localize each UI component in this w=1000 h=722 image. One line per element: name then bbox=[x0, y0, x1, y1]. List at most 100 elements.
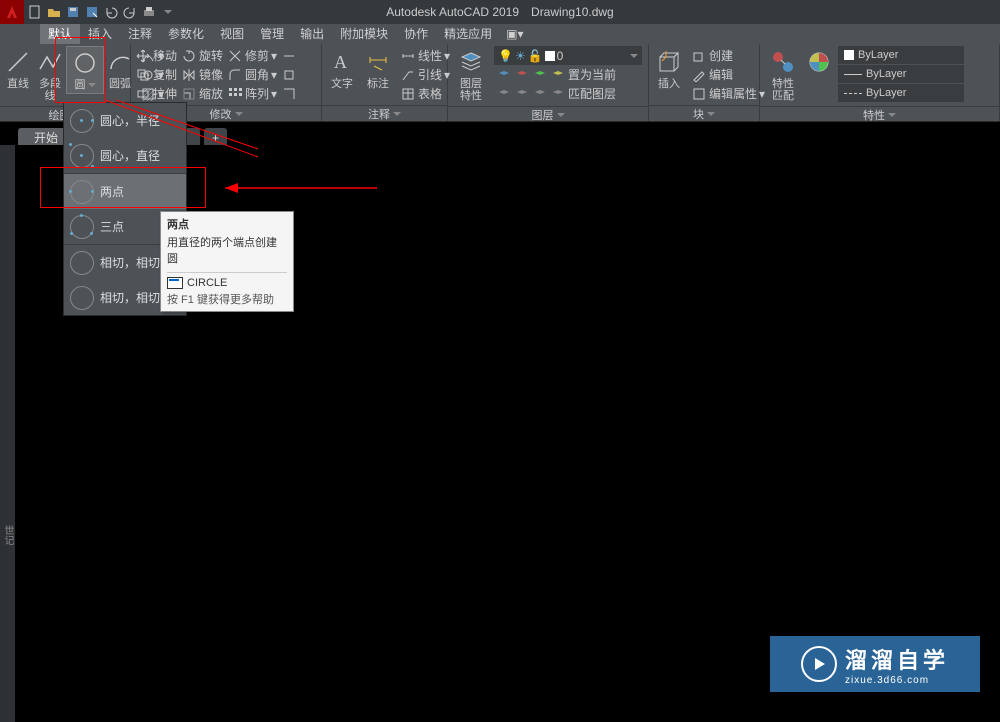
rotate-button[interactable]: 旋转 bbox=[179, 46, 225, 65]
lineweight-dropdown[interactable]: ByLayer bbox=[838, 65, 964, 83]
play-icon bbox=[801, 646, 837, 682]
panel-annotation-label[interactable]: 注释 bbox=[322, 105, 447, 121]
tab-view[interactable]: 视图 bbox=[212, 24, 252, 44]
array-icon bbox=[227, 86, 243, 102]
text-button[interactable]: A 文字 bbox=[324, 46, 360, 92]
redo-icon[interactable] bbox=[121, 3, 139, 21]
modify-misc-1[interactable] bbox=[279, 46, 299, 65]
layer-tool-2[interactable] bbox=[514, 67, 530, 83]
tooltip: 两点 用直径的两个端点创建圆 CIRCLE 按 F1 键获得更多帮助 bbox=[160, 211, 294, 312]
save-icon[interactable] bbox=[64, 3, 82, 21]
chevron-down-icon bbox=[88, 83, 96, 87]
move-icon bbox=[135, 48, 151, 64]
color-wheel-button[interactable] bbox=[804, 46, 834, 78]
match-layer-button[interactable]: 匹配图层 bbox=[568, 85, 616, 102]
editattr-icon bbox=[691, 86, 707, 102]
layer-tool-4[interactable] bbox=[550, 67, 566, 83]
tab-collaborate[interactable]: 协作 bbox=[396, 24, 436, 44]
circle-2p-icon bbox=[70, 180, 94, 204]
tab-annotate[interactable]: 注释 bbox=[120, 24, 160, 44]
table-icon bbox=[400, 86, 416, 102]
polyline-button[interactable]: 多段线 bbox=[34, 46, 66, 104]
array-button[interactable]: 阵列▾ bbox=[225, 84, 279, 103]
edit-attr-button[interactable]: 编辑属性▾ bbox=[689, 84, 767, 103]
circle-center-radius[interactable]: 圆心，半径 bbox=[64, 103, 186, 138]
fillet-button[interactable]: 圆角▾ bbox=[225, 65, 279, 84]
layer-tool-5[interactable] bbox=[496, 86, 512, 102]
insert-block-button[interactable]: 插入 bbox=[651, 46, 687, 92]
quick-access-toolbar bbox=[26, 3, 177, 21]
tab-manage[interactable]: 管理 bbox=[252, 24, 292, 44]
undo-icon[interactable] bbox=[102, 3, 120, 21]
title-bar: Autodesk AutoCAD 2019 Drawing10.dwg bbox=[0, 0, 1000, 24]
make-current-button[interactable]: 置为当前 bbox=[568, 66, 616, 83]
dimension-icon bbox=[364, 48, 392, 76]
saveas-icon[interactable] bbox=[83, 3, 101, 21]
circle-cd-icon bbox=[70, 144, 94, 168]
modify-misc-3[interactable] bbox=[279, 84, 299, 103]
chevron-down-icon bbox=[630, 54, 638, 58]
bulb-icon: 💡 bbox=[498, 49, 513, 63]
line-button[interactable]: 直线 bbox=[2, 46, 34, 92]
qat-dropdown-icon[interactable] bbox=[159, 3, 177, 21]
tab-addins[interactable]: 附加模块 bbox=[332, 24, 396, 44]
left-docking-strip: 世记 bbox=[0, 145, 15, 722]
circle-button[interactable]: 圆 bbox=[66, 46, 104, 94]
app-name: Autodesk AutoCAD 2019 bbox=[386, 5, 519, 19]
move-button[interactable]: 移动 bbox=[133, 46, 179, 65]
linetype-icon bbox=[844, 93, 862, 94]
match-properties-button[interactable]: 特性 匹配 bbox=[762, 46, 804, 104]
app-logo-icon[interactable] bbox=[0, 0, 24, 24]
layer-tool-8[interactable] bbox=[550, 86, 566, 102]
edit-icon bbox=[691, 67, 707, 83]
color-dropdown[interactable]: ByLayer bbox=[838, 46, 964, 64]
layer-tool-3[interactable] bbox=[532, 67, 548, 83]
panel-block-label[interactable]: 块 bbox=[649, 105, 759, 121]
stretch-button[interactable]: 拉伸 bbox=[133, 84, 179, 103]
tab-more-icon[interactable]: ▣▾ bbox=[500, 24, 529, 44]
table-button[interactable]: 表格 bbox=[398, 84, 452, 103]
plot-icon[interactable] bbox=[140, 3, 158, 21]
edit-block-button[interactable]: 编辑 bbox=[689, 65, 767, 84]
circle-icon bbox=[71, 49, 99, 77]
circle-ttt-icon bbox=[70, 286, 94, 310]
tooltip-command: CIRCLE bbox=[167, 272, 287, 289]
layer-tool-7[interactable] bbox=[532, 86, 548, 102]
layer-tool-6[interactable] bbox=[514, 86, 530, 102]
layer-properties-button[interactable]: 图层 特性 bbox=[450, 46, 492, 104]
linear-icon bbox=[400, 48, 416, 64]
modify-misc-2[interactable] bbox=[279, 65, 299, 84]
tab-output[interactable]: 输出 bbox=[292, 24, 332, 44]
leader-button[interactable]: 引线▾ bbox=[398, 65, 452, 84]
tab-parametric[interactable]: 参数化 bbox=[160, 24, 212, 44]
scale-icon bbox=[181, 86, 197, 102]
circle-two-points[interactable]: 两点 bbox=[64, 174, 186, 209]
layer-tool-1[interactable] bbox=[496, 67, 512, 83]
layers-icon bbox=[457, 48, 485, 76]
linear-dim-button[interactable]: 线性▾ bbox=[398, 46, 452, 65]
mirror-button[interactable]: 镜像 bbox=[179, 65, 225, 84]
copy-button[interactable]: 复制 bbox=[133, 65, 179, 84]
panel-annotation: A 文字 标注 线性▾ 引线▾ 表格 注释 bbox=[322, 44, 448, 121]
tab-featured[interactable]: 精选应用 bbox=[436, 24, 500, 44]
tab-default[interactable]: 默认 bbox=[40, 24, 80, 44]
dimension-button[interactable]: 标注 bbox=[360, 46, 396, 92]
watermark-title: 溜溜自学 bbox=[845, 643, 949, 675]
layer-dropdown[interactable]: 💡 ☀ 🔓 0 bbox=[494, 46, 642, 65]
panel-block: 插入 创建 编辑 编辑属性▾ 块 bbox=[649, 44, 760, 121]
ribbon-tabs: 默认 插入 注释 参数化 视图 管理 输出 附加模块 协作 精选应用 ▣▾ bbox=[0, 24, 1000, 44]
tab-insert[interactable]: 插入 bbox=[80, 24, 120, 44]
linetype-dropdown[interactable]: ByLayer bbox=[838, 84, 964, 102]
open-icon[interactable] bbox=[45, 3, 63, 21]
scale-button[interactable]: 缩放 bbox=[179, 84, 225, 103]
mirror-icon bbox=[181, 67, 197, 83]
panel-properties-label[interactable]: 特性 bbox=[760, 106, 999, 122]
new-icon[interactable] bbox=[26, 3, 44, 21]
create-block-button[interactable]: 创建 bbox=[689, 46, 767, 65]
panel-layer-label[interactable]: 图层 bbox=[448, 106, 648, 122]
circle-center-diameter[interactable]: 圆心，直径 bbox=[64, 138, 186, 173]
polyline-icon bbox=[36, 48, 64, 76]
trim-button[interactable]: 修剪▾ bbox=[225, 46, 279, 65]
text-icon: A bbox=[328, 48, 356, 76]
title-text: Autodesk AutoCAD 2019 Drawing10.dwg bbox=[386, 5, 613, 19]
